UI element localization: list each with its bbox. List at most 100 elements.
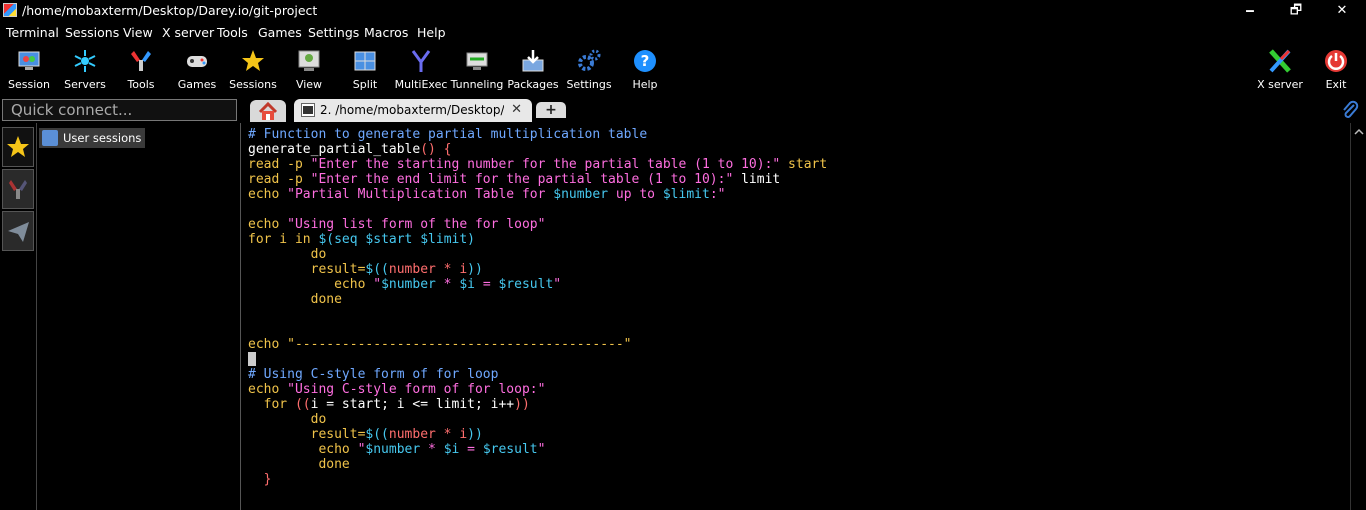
menu-games[interactable]: Games [258,25,302,40]
code-token: do [248,412,327,427]
code-token: } [248,472,272,487]
code-token: # Using C-style form of for loop [248,367,499,382]
menu-terminal[interactable]: Terminal [6,25,59,40]
code-token: start [780,157,828,172]
exit-button[interactable]: Exit [1308,46,1364,94]
terminal-line: echo "Partial Multiplication Table for $… [248,187,827,202]
user-icon [42,130,58,146]
terminal-line [248,352,827,367]
code-token: " [537,442,546,457]
maximize-button[interactable]: 🗗 [1273,0,1319,22]
user-sessions-item[interactable]: User sessions [39,128,146,148]
quick-connect-box [2,99,237,121]
terminal-cursor [248,352,256,366]
code-token: $limit [662,187,710,202]
code-token: for [248,397,295,412]
monitor-icon [18,51,40,70]
view-icon [298,50,320,71]
terminal-line: result=$((number * i)) [248,427,827,442]
code-token: # Function to generate partial multiplic… [248,127,648,142]
terminal-line: echo "Using C-style form of for loop:" [248,382,827,397]
code-token: $start $limit [365,232,468,247]
code-token: :" [709,187,726,202]
code-token: $number [381,277,436,292]
terminal-line: do [248,247,827,262]
terminal-scrollbar[interactable] [1350,123,1366,510]
code-token: $(( [365,427,389,442]
star-icon [242,50,264,71]
code-token: " [373,277,382,292]
menu-settings[interactable]: Settings [308,25,359,40]
code-token: "Using C-style form of for loop:" [287,382,546,397]
close-tab-icon[interactable]: ✕ [511,102,522,117]
menu-help[interactable]: Help [417,25,446,40]
menu-view[interactable]: View [123,25,153,40]
code-token: )) [514,397,530,412]
code-token: result= [248,427,366,442]
tools-icon [131,51,151,71]
code-token: "Partial Multiplication Table for [287,187,554,202]
user-sessions-label: User sessions [63,131,142,145]
terminal-line: for i in $(seq $start $limit) [248,232,827,247]
terminal-line: result=$((number * i)) [248,262,827,277]
terminal-line: # Function to generate partial multiplic… [248,127,827,142]
code-token: * [435,277,460,292]
home-tab[interactable] [250,100,286,122]
code-token: number * i [388,262,468,277]
quick-connect-input[interactable] [3,100,236,120]
sidebar-tab-column [0,123,37,510]
tab-session-2[interactable]: 2. /home/mobaxterm/Desktop/Darey ✕ [294,99,532,122]
menu-macros[interactable]: Macros [364,25,408,40]
terminal-line: for ((i = start; i <= limit; i++)) [248,397,827,412]
code-token: limit [733,172,781,187]
terminal-pane[interactable]: # Function to generate partial multiplic… [242,123,1350,510]
sidebar-tab-tools[interactable] [2,169,34,209]
help-button[interactable]: ? Help [617,46,673,94]
tools-icon [9,180,27,199]
code-token: "Using list form of the for loop" [287,217,546,232]
code-token: for i in [248,232,319,247]
minimize-button[interactable]: 🗕 [1227,0,1273,22]
sidebar-tab-sftp[interactable] [2,211,34,251]
code-token: do [248,247,327,262]
code-token: $i [443,442,460,457]
code-token: echo [248,337,288,352]
sidebar: User sessions [0,123,241,510]
terminal-line: done [248,292,827,307]
home-icon [258,101,278,120]
window-title: /home/mobaxterm/Desktop/Darey.io/git-pro… [22,3,318,18]
menu-sessions[interactable]: Sessions [65,25,119,40]
multiexec-icon [411,50,431,72]
terminal-line: echo "$number * $i = $result" [248,277,827,292]
new-tab-button[interactable]: + [536,102,566,118]
paperclip-icon[interactable] [1340,100,1360,120]
code-token: )) [467,262,483,277]
code-token: up to [608,187,663,202]
terminal-line: echo "$number * $i = $result" [248,442,827,457]
scroll-up-icon[interactable] [1351,126,1366,138]
terminal-line: read -p "Enter the end limit for the par… [248,172,827,187]
tunneling-icon [466,52,488,70]
code-token: $result [498,277,554,292]
star-icon [7,136,29,157]
code-token: done [248,457,350,472]
sidebar-tab-sessions[interactable] [2,127,34,167]
help-icon: ? [634,50,656,72]
x-server-icon [1269,49,1291,73]
menu-bar: Terminal Sessions View X server Tools Ga… [0,22,1366,42]
menu-x-server[interactable]: X server [162,25,214,40]
code-token: = [475,277,499,292]
menu-tools[interactable]: Tools [217,25,248,40]
toolbar: Session Servers Tools Games Sessions Vie… [0,42,1366,97]
code-token: done [248,292,342,307]
code-token: = [459,442,483,457]
terminal-line: generate_partial_table() { [248,142,827,157]
close-window-button[interactable]: ✕ [1319,0,1365,22]
code-token: $result [482,442,538,457]
terminal-line: } [248,472,827,487]
code-token: )) [467,427,483,442]
gamepad-icon [187,56,207,67]
code-token: $(seq [318,232,366,247]
